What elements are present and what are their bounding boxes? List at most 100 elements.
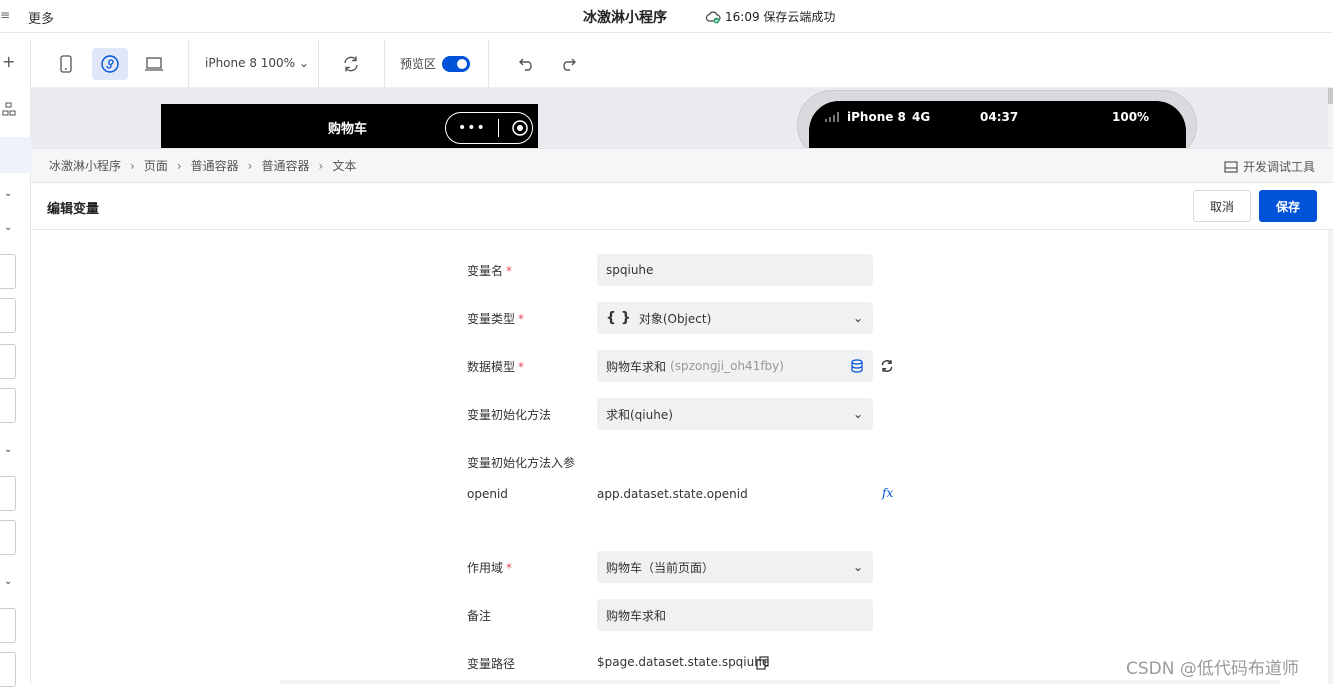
required-mark: *: [506, 264, 513, 278]
var-name-label: 变量名 *: [467, 262, 512, 279]
scope-label: 作用域 *: [467, 559, 512, 576]
status-carrier: iPhone 8: [847, 110, 906, 124]
var-name-value: spqiuhe: [606, 263, 654, 277]
save-button[interactable]: 保存: [1259, 190, 1317, 222]
chevron-down-icon[interactable]: ⌄: [4, 188, 12, 199]
chevron-down-icon: ⌄: [852, 560, 863, 574]
remark-value: 购物车求和: [606, 608, 667, 623]
chevron-down-icon: ⌄: [852, 407, 863, 421]
copy-icon[interactable]: [756, 656, 769, 670]
capsule-divider: [497, 119, 499, 137]
chevron-down-icon: ⌄: [298, 56, 309, 70]
page-preview[interactable]: 购物车 •••: [161, 104, 538, 148]
param-name: openid: [467, 487, 508, 501]
miniprogram-capsule: •••: [445, 112, 533, 144]
data-model-hint: (spzongji_oh41fby): [670, 359, 784, 373]
scope-select[interactable]: 购物车（当前页面） ⌄: [597, 551, 873, 583]
signal-icon: [825, 112, 839, 122]
redo-button[interactable]: [550, 48, 586, 80]
fx-icon[interactable]: fx: [882, 486, 893, 500]
mobile-icon: [60, 55, 72, 73]
data-model-select[interactable]: 购物车求和 (spzongji_oh41fby): [597, 350, 873, 382]
edit-variable-form: 变量名 * spqiuhe 变量类型 * { } 对象(Object) ⌄ 数据模型…: [0, 230, 1333, 684]
breadcrumb-item[interactable]: 普通容器: [261, 157, 309, 174]
var-name-label-text: 变量名: [467, 264, 504, 278]
redo-icon: [563, 58, 576, 71]
preview-toggle-group: 预览区: [400, 55, 471, 72]
init-params-label: 变量初始化方法入参: [467, 456, 576, 470]
chevron-right-icon: ›: [318, 158, 324, 173]
required-mark: *: [518, 360, 525, 374]
required-mark: *: [518, 312, 525, 326]
divider: [318, 40, 319, 88]
breadcrumb-item[interactable]: 文本: [332, 157, 356, 174]
devtools-icon: [1224, 160, 1238, 173]
menu-edge-icon[interactable]: ≡: [0, 8, 10, 22]
refresh-icon[interactable]: [880, 359, 894, 373]
param-value[interactable]: app.dataset.state.openid: [597, 487, 748, 501]
save-status-text: 16:09 保存云端成功: [725, 10, 836, 24]
top-bar: ≡ 更多 冰激淋小程序 16:09 保存云端成功: [0, 0, 1333, 33]
refresh-button[interactable]: [333, 48, 369, 80]
breadcrumb-item[interactable]: 冰激淋小程序: [49, 157, 121, 174]
save-status: 16:09 保存云端成功: [705, 8, 835, 25]
mobile-view-button[interactable]: [48, 48, 84, 80]
laptop-icon: [145, 57, 163, 71]
breadcrumb-item[interactable]: 普通容器: [191, 157, 239, 174]
database-icon: [851, 359, 863, 373]
canvas-toolbar: iPhone 8 100% ⌄ 预览区: [31, 40, 1333, 88]
init-method-value: 求和(qiuhe): [606, 407, 673, 422]
phone-screen: iPhone 8 4G 04:37 100%: [809, 101, 1186, 148]
watermark-text: CSDN @低代码布道师: [1126, 659, 1299, 679]
undo-button[interactable]: [509, 48, 545, 80]
device-select-value: iPhone 8 100%: [205, 56, 296, 70]
selected-rail-item[interactable]: [0, 137, 31, 173]
init-method-label: 变量初始化方法: [467, 408, 552, 422]
remark-input[interactable]: 购物车求和: [597, 599, 873, 631]
scrollbar-thumb[interactable]: [1328, 88, 1333, 104]
breadcrumb-item[interactable]: 页面: [144, 157, 168, 174]
design-canvas[interactable]: 购物车 ••• iPhone 8 4G 04:37 100%: [31, 88, 1328, 148]
var-type-select[interactable]: { } 对象(Object) ⌄: [597, 302, 873, 334]
page-nav-title: 购物车: [328, 122, 368, 137]
chevron-right-icon: ›: [247, 158, 253, 173]
devtools-button[interactable]: 开发调试工具: [1224, 158, 1315, 175]
add-icon[interactable]: +: [2, 52, 15, 71]
required-mark: *: [506, 561, 513, 575]
status-time: 04:37: [980, 110, 1019, 124]
data-model-label: 数据模型 *: [467, 358, 524, 375]
status-battery: 100%: [1112, 110, 1150, 124]
data-model-label-text: 数据模型: [467, 360, 516, 374]
path-label: 变量路径: [467, 657, 516, 671]
undo-icon: [519, 58, 532, 71]
component-tree-icon[interactable]: [2, 102, 16, 116]
scope-value: 购物车（当前页面）: [606, 560, 715, 575]
var-name-input[interactable]: spqiuhe: [597, 254, 873, 286]
edit-variable-header: 编辑变量 取消 保存: [31, 183, 1333, 230]
refresh-icon: [344, 56, 358, 72]
var-type-value: 对象(Object): [638, 311, 712, 326]
scope-label-text: 作用域: [467, 561, 504, 575]
more-dots-icon: •••: [458, 120, 486, 136]
more-menu[interactable]: 更多: [28, 8, 54, 27]
chevron-right-icon: ›: [176, 158, 182, 173]
divider: [488, 40, 489, 88]
device-select[interactable]: iPhone 8 100% ⌄: [205, 56, 309, 70]
var-type-label: 变量类型 *: [467, 310, 524, 327]
cancel-button[interactable]: 取消: [1193, 190, 1251, 222]
close-target-icon: [512, 120, 528, 136]
breadcrumb: 冰激淋小程序 › 页面 › 普通容器 › 普通容器 › 文本 开发调试工具: [31, 148, 1333, 183]
preview-toggle[interactable]: [442, 55, 471, 72]
divider: [188, 40, 189, 88]
object-braces-icon: { }: [606, 310, 631, 326]
phone-frame: iPhone 8 4G 04:37 100%: [797, 90, 1197, 148]
miniprogram-icon: [101, 55, 119, 73]
init-method-select[interactable]: 求和(qiuhe) ⌄: [597, 398, 873, 430]
panel-title: 编辑变量: [47, 202, 100, 217]
miniprogram-view-button[interactable]: [92, 48, 128, 80]
remark-label: 备注: [467, 609, 492, 623]
bottom-divider: [280, 680, 1280, 684]
desktop-view-button[interactable]: [136, 48, 172, 80]
path-value: $page.dataset.state.spqiuhe: [597, 655, 770, 669]
chevron-down-icon: ⌄: [852, 311, 863, 325]
